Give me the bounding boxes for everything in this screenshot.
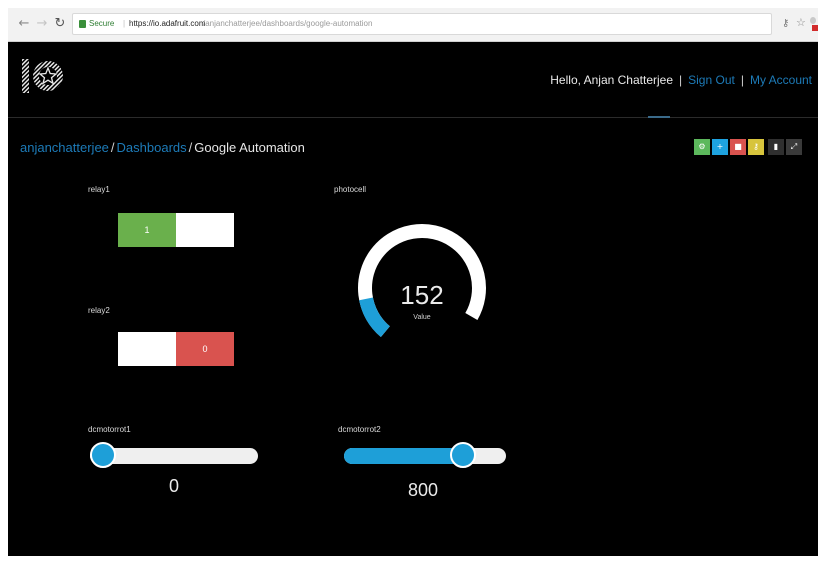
header-divider-accent [648, 116, 670, 118]
photocell-title: photocell [334, 185, 367, 194]
trash-icon: ■ [734, 142, 742, 151]
relay1-toggle[interactable]: 1 [118, 213, 234, 247]
dcmotorrot1-value: 0 [168, 476, 179, 496]
gauge-value: 152 [400, 280, 444, 310]
breadcrumb-user-link[interactable]: anjanchatterjee [20, 140, 109, 155]
reload-icon[interactable]: ↻ [52, 16, 68, 32]
adafruit-io-logo[interactable] [20, 53, 66, 99]
photocell-gauge: 152 Value [352, 218, 492, 353]
plus-icon: + [716, 142, 724, 151]
header-separator: | [740, 73, 744, 87]
relay1-title: relay1 [88, 185, 110, 194]
dcmotorrot2-title: dcmotorrot2 [338, 425, 381, 434]
relay1-on-segment[interactable]: 1 [118, 213, 176, 247]
forward-arrow-icon[interactable]: → [34, 16, 50, 32]
breadcrumb-separator: / [110, 140, 115, 155]
sign-out-link[interactable]: Sign Out [688, 73, 735, 87]
url-field[interactable]: Secure | https://io.adafruit.com /anjanc… [72, 13, 772, 35]
relay2-on-segment[interactable] [118, 332, 176, 366]
back-arrow-icon[interactable]: ← [16, 16, 32, 32]
fullscreen-icon: ⤢ [790, 142, 798, 151]
gear-icon: ⚙ [698, 142, 706, 151]
user-menu: Hello, Anjan Chatterjee | Sign Out | My Acco… [550, 73, 812, 87]
key-icon[interactable]: ⚷ [782, 18, 794, 30]
breadcrumb-separator: / [188, 140, 193, 155]
url-separator: | [123, 19, 126, 28]
relay1-off-segment[interactable] [176, 213, 234, 247]
relay2-off-segment[interactable]: 0 [176, 332, 234, 366]
my-account-link[interactable]: My Account [750, 73, 812, 87]
add-block-button[interactable]: + [712, 139, 728, 155]
fullscreen-button[interactable]: ⤢ [786, 139, 802, 155]
slider-thumb[interactable] [450, 442, 477, 468]
extension-icon[interactable] [810, 17, 818, 31]
breadcrumb: anjanchatterjee / Dashboards / Google Automa… [20, 140, 305, 155]
key-button[interactable]: ⚷ [748, 139, 764, 155]
url-host: https://io.adafruit.com [129, 19, 206, 28]
gauge-label: Value [413, 314, 431, 321]
secure-label: Secure [89, 19, 115, 28]
browser-window: ← → ↻ Secure | https://io.adafruit.com /… [8, 8, 818, 556]
delete-button[interactable]: ■ [730, 139, 746, 155]
dcmotorrot2-value: 800 [407, 480, 439, 500]
header-divider [8, 117, 818, 118]
relay2-title: relay2 [88, 306, 110, 315]
dcmotorrot1-title: dcmotorrot1 [88, 425, 131, 434]
settings-button[interactable]: ⚙ [694, 139, 710, 155]
bookmark-star-icon[interactable]: ☆ [796, 17, 808, 29]
breadcrumb-dashboards-link[interactable]: Dashboards [117, 140, 187, 155]
address-bar: ← → ↻ Secure | https://io.adafruit.com /… [8, 8, 818, 42]
lock-icon: ▮ [773, 142, 779, 151]
url-path: /anjanchatterjee/dashboards/google-autom… [203, 19, 373, 28]
page-title: Google Automation [194, 140, 305, 155]
dcmotorrot2-slider[interactable] [344, 442, 506, 468]
header-separator: | [679, 73, 683, 87]
lock-icon [79, 20, 86, 28]
key-icon: ⚷ [753, 142, 759, 151]
user-greeting: Hello, Anjan Chatterjee [550, 73, 674, 87]
slider-thumb[interactable] [90, 442, 116, 468]
lock-button[interactable]: ▮ [768, 139, 784, 155]
relay2-toggle[interactable]: 0 [118, 332, 234, 366]
dashboard-page: Hello, Anjan Chatterjee | Sign Out | My Acco… [8, 43, 818, 556]
dcmotorrot1-slider[interactable] [90, 442, 258, 468]
